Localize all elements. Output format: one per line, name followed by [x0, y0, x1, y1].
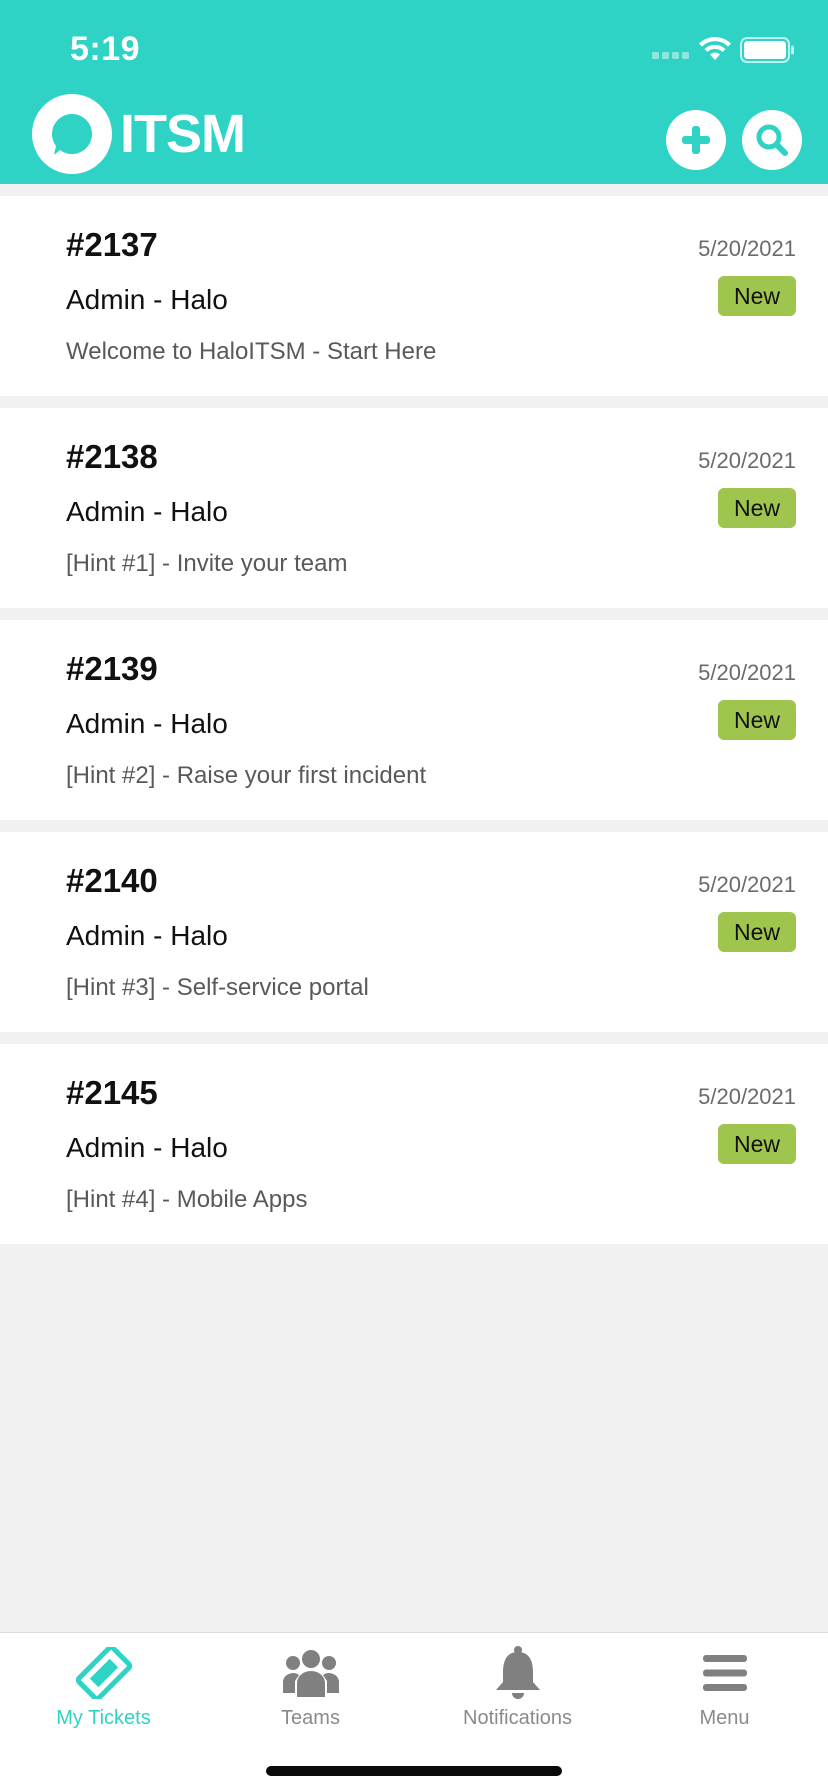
team-icon: [282, 1650, 339, 1697]
ticket-list: #2137 5/20/2021 Admin - Halo New Welcome…: [0, 196, 828, 1256]
tab-teams[interactable]: Teams: [207, 1633, 414, 1753]
status-time: 5:19: [70, 30, 141, 68]
ticket-user: Admin - Halo: [66, 1132, 228, 1163]
cellular-signal-icon: [652, 52, 689, 59]
bell-icon: [495, 1646, 540, 1699]
menu-icon: [702, 1655, 747, 1691]
ticket-subject: [Hint #1] - Invite your team: [66, 550, 348, 577]
ticket-id: #2145: [66, 1074, 158, 1111]
search-icon: [756, 124, 788, 156]
ticket-date: 5/20/2021: [698, 1084, 796, 1109]
ticket-id: #2140: [66, 862, 158, 899]
ticket-subject: Welcome to HaloITSM - Start Here: [66, 338, 437, 365]
halo-logo-icon: [32, 94, 112, 174]
home-indicator: [266, 1766, 562, 1776]
tab-label: My Tickets: [56, 1707, 151, 1729]
tab-label: Notifications: [463, 1707, 572, 1729]
ticket-id: #2137: [66, 226, 158, 263]
status-badge: New: [717, 912, 796, 952]
ticket-user: Admin - Halo: [66, 920, 228, 951]
ticket-user: Admin - Halo: [66, 708, 228, 739]
wifi-icon: [699, 37, 731, 60]
tab-label: Menu: [699, 1707, 750, 1729]
ticket-subject: [Hint #4] - Mobile Apps: [66, 1186, 308, 1213]
ticket-subject: [Hint #3] - Self-service portal: [66, 974, 369, 1001]
ticket-card[interactable]: #2140 5/20/2021 Admin - Halo New [Hint #…: [0, 832, 828, 1032]
ticket-user: Admin - Halo: [66, 496, 228, 527]
search-button[interactable]: [742, 110, 802, 170]
ticket-card[interactable]: #2138 5/20/2021 Admin - Halo New [Hint #…: [0, 408, 828, 608]
ticket-date: 5/20/2021: [698, 448, 796, 473]
ticket-date: 5/20/2021: [698, 660, 796, 685]
ticket-card[interactable]: #2137 5/20/2021 Admin - Halo New Welcome…: [0, 196, 828, 396]
ticket-card[interactable]: #2139 5/20/2021 Admin - Halo New [Hint #…: [0, 620, 828, 820]
add-ticket-button[interactable]: [666, 110, 726, 170]
tab-menu[interactable]: Menu: [621, 1633, 828, 1753]
status-badge: New: [717, 276, 796, 316]
ticket-id: #2138: [66, 438, 158, 475]
battery-icon: [740, 37, 794, 63]
status-badge: New: [717, 1124, 796, 1164]
ticket-id: #2139: [66, 650, 158, 687]
status-badge: New: [717, 488, 796, 528]
plus-icon: [682, 126, 710, 154]
tab-notifications[interactable]: Notifications: [414, 1633, 621, 1753]
ticket-card[interactable]: #2145 5/20/2021 Admin - Halo New [Hint #…: [0, 1044, 828, 1244]
logo-text: ITSM: [120, 104, 246, 164]
app-logo: ITSM: [32, 94, 246, 174]
ticket-user: Admin - Halo: [66, 284, 228, 315]
ticket-date: 5/20/2021: [698, 872, 796, 897]
ticket-date: 5/20/2021: [698, 236, 796, 261]
tab-label: Teams: [281, 1707, 340, 1729]
status-badge: New: [717, 700, 796, 740]
tab-my-tickets[interactable]: My Tickets: [0, 1633, 207, 1753]
ticket-subject: [Hint #2] - Raise your first incident: [66, 762, 427, 789]
ticket-icon: [75, 1647, 132, 1699]
app-header: 5:19 ITSM: [0, 0, 828, 184]
screen: 5:19 ITSM #2137 5/20/2021 Admin - Halo N…: [0, 0, 828, 1792]
